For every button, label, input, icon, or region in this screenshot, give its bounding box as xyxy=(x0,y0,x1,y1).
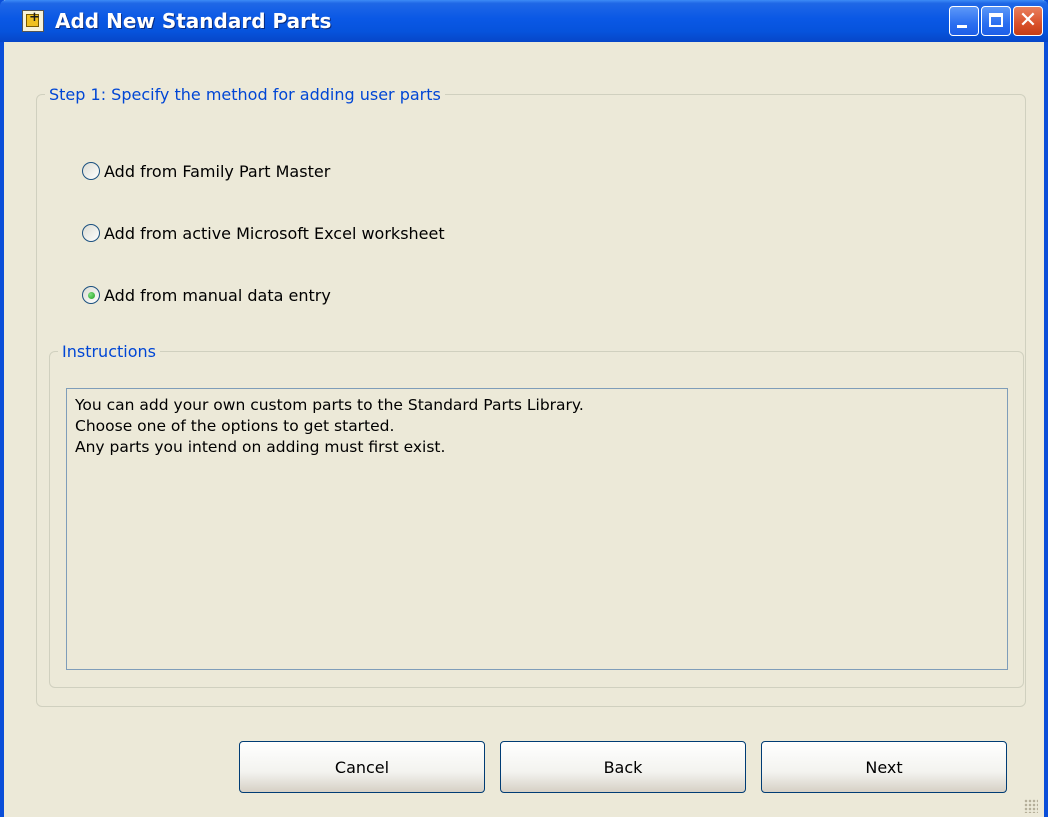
instruction-line: You can add your own custom parts to the… xyxy=(75,396,584,414)
radio-button-selected[interactable] xyxy=(82,286,100,304)
instructions-text-box[interactable]: You can add your own custom parts to the… xyxy=(66,388,1008,670)
instructions-legend: Instructions xyxy=(62,342,156,361)
maximize-icon xyxy=(989,13,1003,27)
add-part-icon: + xyxy=(22,10,44,32)
title-bar[interactable]: + Add New Standard Parts ✕ xyxy=(0,0,1048,42)
radio-button[interactable] xyxy=(82,224,100,242)
next-button[interactable]: Next xyxy=(761,741,1007,793)
back-button[interactable]: Back xyxy=(500,741,746,793)
maximize-button[interactable] xyxy=(981,6,1011,36)
instruction-line: Choose one of the options to get started… xyxy=(75,417,395,435)
instruction-line: Any parts you intend on adding must firs… xyxy=(75,438,446,456)
radio-label: Add from active Microsoft Excel workshee… xyxy=(104,223,445,243)
step-legend: Step 1: Specify the method for adding us… xyxy=(49,85,441,104)
close-icon: ✕ xyxy=(1018,8,1038,33)
cancel-button[interactable]: Cancel xyxy=(239,741,485,793)
radio-excel-worksheet[interactable]: Add from active Microsoft Excel workshee… xyxy=(82,221,445,245)
radio-button[interactable] xyxy=(82,162,100,180)
radio-label: Add from manual data entry xyxy=(104,285,331,305)
radio-label: Add from Family Part Master xyxy=(104,161,331,181)
close-button[interactable]: ✕ xyxy=(1013,6,1043,36)
window-title: Add New Standard Parts xyxy=(55,9,332,33)
resize-grip-icon[interactable] xyxy=(1024,799,1038,813)
dialog-window: + Add New Standard Parts ✕ Step 1: Speci… xyxy=(0,0,1048,817)
radio-manual-data-entry[interactable]: Add from manual data entry xyxy=(82,283,331,307)
minimize-icon xyxy=(957,25,967,28)
minimize-button[interactable] xyxy=(949,6,979,36)
radio-family-part-master[interactable]: Add from Family Part Master xyxy=(82,159,330,183)
